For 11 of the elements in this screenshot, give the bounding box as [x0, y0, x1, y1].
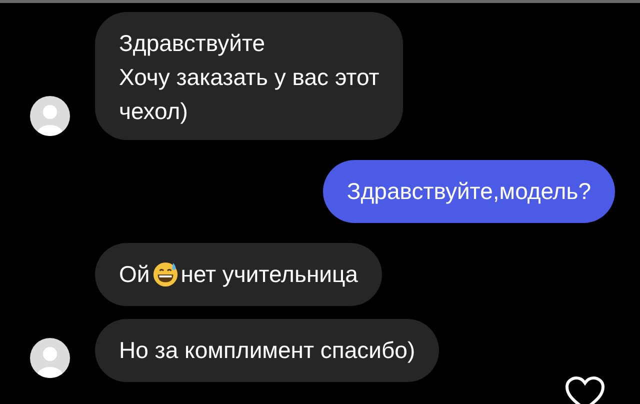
- message-text: Здравствуйте,модель?: [346, 177, 591, 206]
- avatar: [30, 96, 70, 136]
- message-text: Ой: [119, 260, 150, 289]
- message-text: Но за комплимент спасибо): [119, 336, 416, 365]
- message-text: Хочу заказать у вас этот: [119, 63, 380, 92]
- smiley-icon: [152, 260, 179, 288]
- avatar: [30, 338, 70, 378]
- message-text: нет учительница: [180, 260, 358, 289]
- message-text: Здравствуйте: [119, 29, 266, 58]
- message-text: чехол): [119, 97, 189, 126]
- heart-icon[interactable]: [564, 376, 606, 404]
